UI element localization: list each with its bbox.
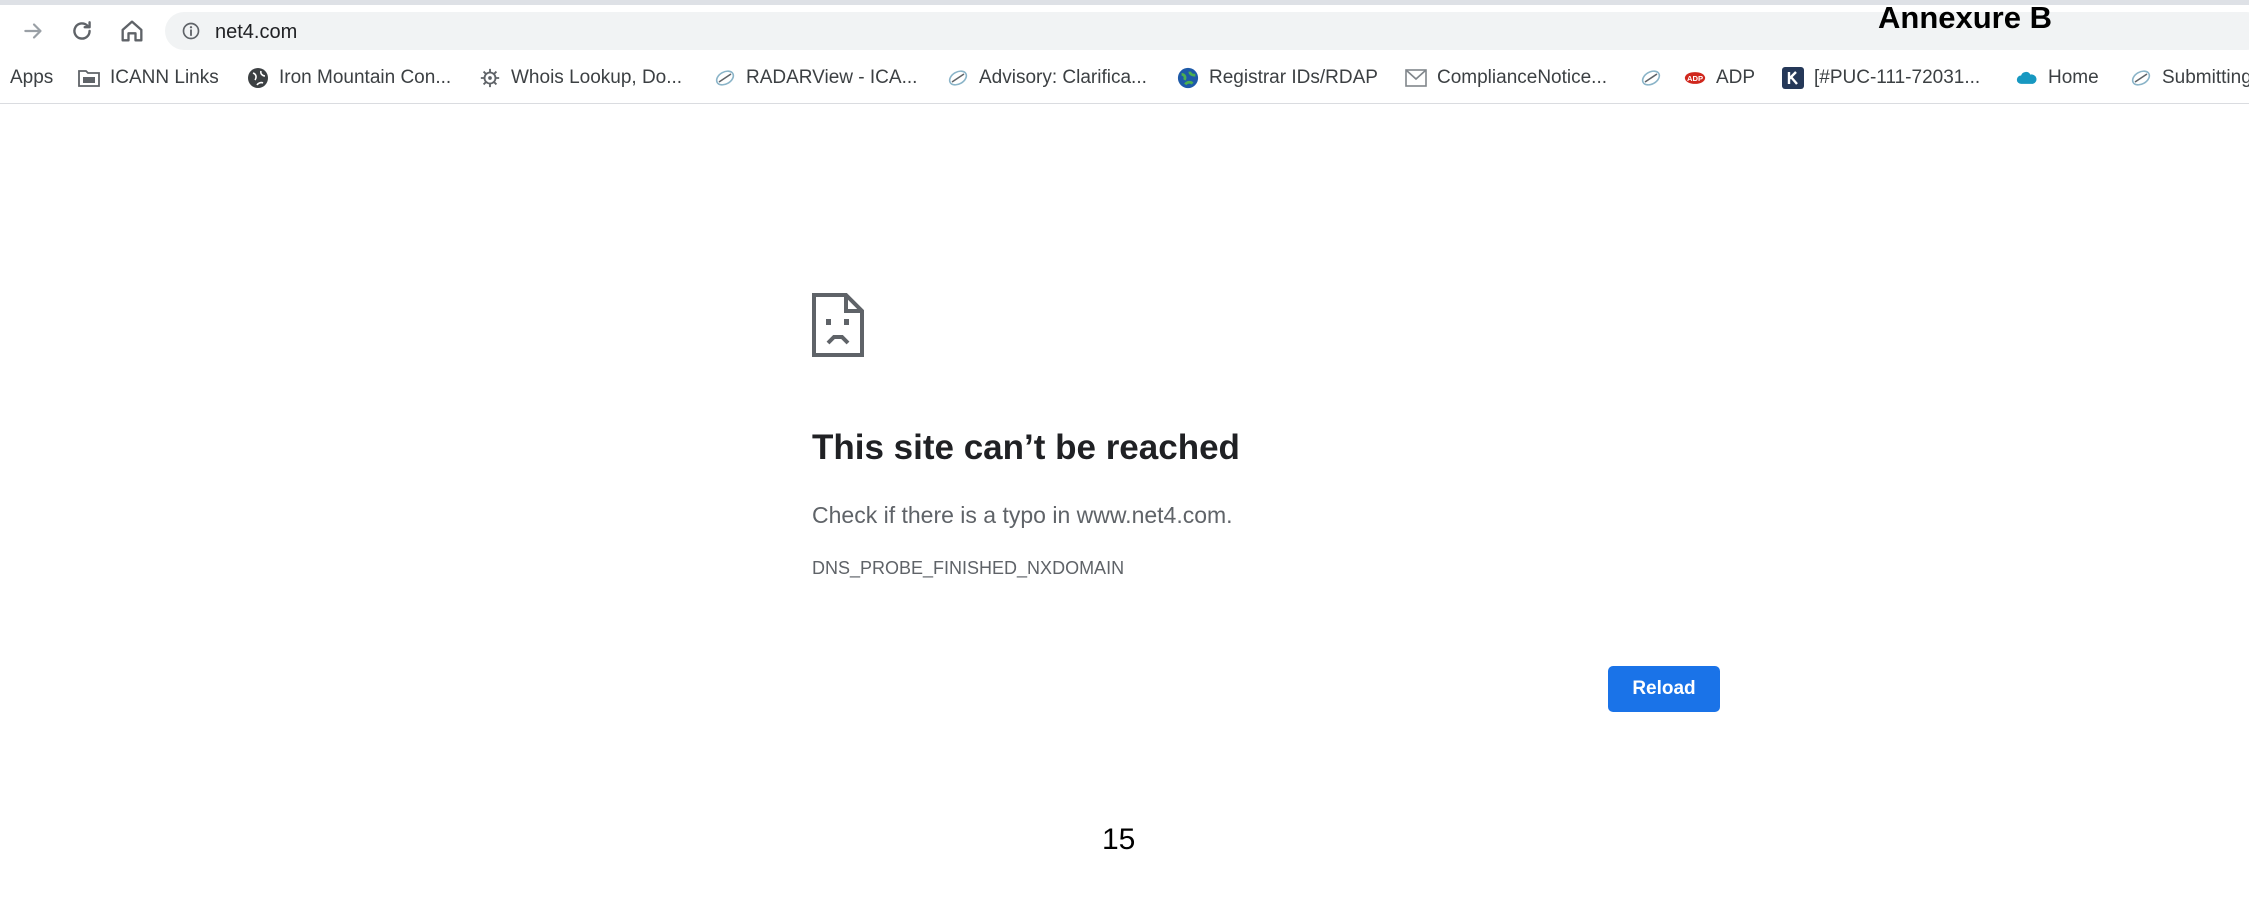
error-message: Check if there is a typo in www.net4.com… (812, 502, 1233, 528)
bookmark-submitting[interactable]: Submitting (2130, 65, 2249, 91)
error-code: DNS_PROBE_FINISHED_NXDOMAIN (812, 558, 1125, 578)
mail-icon (1405, 67, 1427, 89)
k-icon (1782, 67, 1804, 89)
bookmark-label: Submitting (2162, 67, 2249, 88)
bookmark-advisory[interactable]: Advisory: Clarifica... (947, 65, 1147, 91)
bookmark-label: Iron Mountain Con... (279, 67, 452, 88)
icann-icon (1640, 67, 1662, 89)
arrow-right-icon (24, 23, 42, 39)
forward-button[interactable] (20, 17, 48, 45)
bookmark-compliance-notice[interactable]: ComplianceNotice... (1405, 65, 1607, 91)
url-text[interactable]: net4.com (215, 21, 297, 44)
icann-icon (2130, 67, 2152, 89)
bookmark-whois[interactable]: Whois Lookup, Do... (479, 65, 682, 91)
bookmark-home[interactable]: Home (2016, 65, 2099, 91)
refresh-icon (73, 21, 91, 40)
bookmark-label: Whois Lookup, Do... (511, 67, 683, 88)
bookmark-icann-unlabeled[interactable] (1640, 65, 1672, 91)
bookmark-label: Advisory: Clarifica... (979, 67, 1147, 88)
bookmark-label: [#PUC-111-72031... (1814, 67, 1981, 88)
bookmark-adp[interactable]: ADP ADP (1684, 65, 1755, 91)
bookmark-radarview[interactable]: RADARView - ICA... (714, 65, 917, 91)
bookmark-label: RADARView - ICA... (746, 67, 918, 88)
bookmarks-bar: Apps ICANN Links Iron Mountain Con... Wh… (0, 53, 2249, 104)
gear-icon (479, 67, 501, 89)
annexure-label: Annexure B (1878, 0, 2052, 35)
adp-icon: ADP (1684, 67, 1706, 89)
bookmark-puc[interactable]: [#PUC-111-72031... (1782, 65, 1980, 91)
sad-document-icon (812, 293, 864, 357)
folder-icon (78, 67, 100, 89)
home-icon (121, 20, 143, 42)
bookmark-apps[interactable]: Apps (10, 65, 53, 91)
error-title: This site can’t be reached (812, 428, 1240, 467)
page: net4.com Annexure B Apps ICANN Links Iro… (0, 0, 2249, 920)
bookmark-label: ADP (1716, 67, 1756, 88)
icann-icon (947, 67, 969, 89)
page-number: 15 (1102, 823, 1136, 856)
bookmark-label: Registrar IDs/RDAP (1209, 67, 1378, 88)
globe-icon (247, 67, 269, 89)
bookmark-label: Home (2048, 67, 2099, 88)
info-icon[interactable] (181, 21, 201, 41)
bookmark-iron-mountain[interactable]: Iron Mountain Con... (247, 65, 451, 91)
bookmark-label: ComplianceNotice... (1437, 67, 1608, 88)
reload-nav-button[interactable] (68, 17, 96, 45)
bookmark-icann-links[interactable]: ICANN Links (78, 65, 219, 91)
reload-button[interactable]: Reload (1608, 666, 1720, 712)
bookmark-label: ICANN Links (110, 67, 219, 88)
icann-icon (714, 67, 736, 89)
cloud-icon (2016, 67, 2038, 89)
globe-icon (1177, 67, 1199, 89)
home-button[interactable] (118, 17, 146, 45)
svg-text:ADP: ADP (1687, 74, 1703, 83)
bookmark-label: Apps (10, 67, 54, 88)
bookmark-registrar-ids[interactable]: Registrar IDs/RDAP (1177, 65, 1378, 91)
